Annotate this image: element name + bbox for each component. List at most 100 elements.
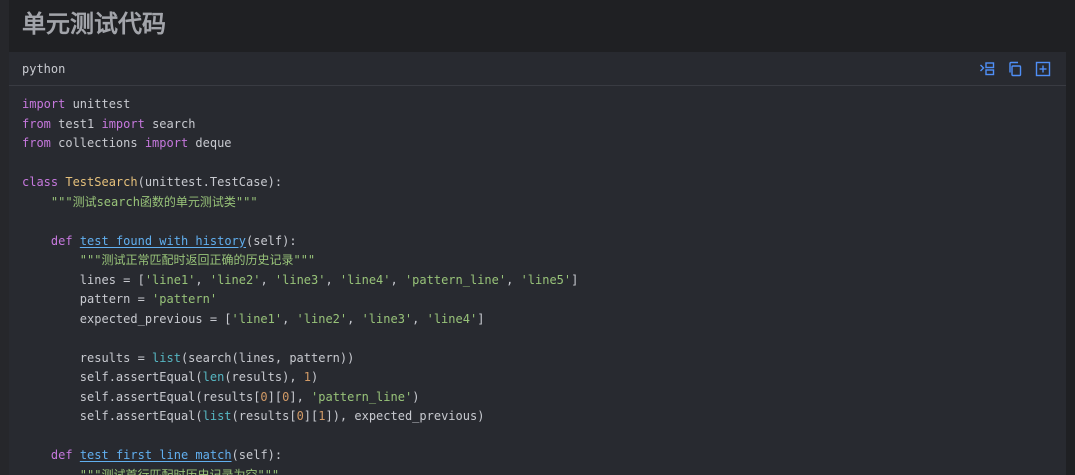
code-token: """测试首行匹配时历史记录为空""" — [79, 467, 280, 475]
code-actions — [979, 61, 1051, 77]
code-token: class — [22, 175, 59, 189]
code-token: ], — [289, 389, 312, 404]
copy-icon[interactable] — [1007, 61, 1023, 77]
code-line: results = list(search(lines, pattern)) — [22, 349, 1052, 369]
code-token: , — [347, 311, 362, 326]
code-token: import — [101, 116, 145, 131]
code-token: 'line4' — [426, 311, 478, 326]
code-token: ]), expected_previous) — [325, 409, 485, 423]
code-token: , — [390, 272, 405, 287]
code-line: from collections import deque — [22, 134, 1052, 154]
code-token: self.assertEqual( — [22, 370, 203, 384]
code-token: test_first_line_match — [79, 448, 232, 462]
section-heading: 单元测试代码 — [22, 10, 166, 38]
code-content[interactable]: import unittest from test1 import search f… — [22, 95, 1052, 475]
code-token: """测试search函数的单元测试类""" — [50, 194, 258, 209]
code-token: (self): — [231, 448, 283, 462]
code-block: python import unittest from test1 import… — [9, 52, 1066, 475]
code-token: from — [22, 136, 51, 150]
code-token: 'line1' — [231, 311, 283, 326]
code-line: class TestSearch(unittest.TestCase): — [22, 173, 1052, 193]
code-token: results = — [22, 350, 153, 365]
language-label: python — [22, 62, 66, 76]
code-line: """测试正常匹配时返回正确的历史记录""" — [22, 251, 1052, 271]
code-token: (results[ — [231, 409, 297, 423]
left-gutter — [0, 0, 9, 475]
code-token: 'pattern_line' — [404, 272, 507, 287]
code-token: """测试正常匹配时返回正确的历史记录""" — [79, 253, 316, 267]
code-token: ][ — [267, 389, 283, 404]
code-token: import — [144, 136, 189, 150]
code-token: 'line3' — [274, 272, 326, 287]
code-token: 'line5' — [520, 272, 572, 287]
code-token: 'pattern' — [152, 292, 218, 306]
code-token: 0 — [260, 389, 268, 404]
code-token: test1 — [50, 116, 102, 131]
code-token: def — [50, 233, 73, 248]
code-token: ) — [311, 370, 319, 384]
code-token: 'line2' — [209, 272, 261, 287]
code-token: , — [282, 311, 297, 326]
code-token: pattern = — [22, 292, 153, 306]
code-token: 'line4' — [339, 272, 391, 287]
code-token: ) — [412, 389, 420, 404]
code-token: 'pattern_line' — [311, 389, 413, 404]
page: 单元测试代码 python import unittest from test1… — [0, 0, 1075, 475]
code-token: , — [325, 272, 340, 287]
code-token: list — [152, 350, 181, 365]
code-token: ] — [477, 311, 485, 326]
code-token: lines = [ — [22, 272, 145, 287]
code-token: , — [412, 311, 427, 326]
code-line: self.assertEqual(list(results[0][1]), ex… — [22, 407, 1052, 427]
code-line: self.assertEqual(len(results), 1) — [22, 368, 1052, 388]
code-token: ][ — [303, 409, 319, 423]
code-token: , — [195, 272, 210, 287]
code-token: (self): — [246, 233, 297, 248]
code-line: self.assertEqual(results[0][0], 'pattern… — [22, 388, 1052, 408]
code-token: (search(lines, pattern)) — [180, 350, 355, 365]
code-token: 'line2' — [296, 311, 348, 326]
code-token: self.assertEqual(results[ — [22, 389, 261, 404]
code-line: def test_first_line_match(self): — [22, 446, 1052, 466]
code-block-header: python — [9, 52, 1066, 86]
code-token: 'line1' — [144, 272, 196, 287]
code-token: , — [260, 272, 275, 287]
code-token: ] — [571, 272, 579, 287]
code-line: """测试search函数的单元测试类""" — [22, 193, 1052, 213]
code-token: , — [506, 272, 521, 287]
code-token: (unittest.TestCase): — [137, 175, 283, 189]
code-token: import — [22, 97, 66, 111]
code-line: pattern = 'pattern' — [22, 290, 1052, 310]
code-line: """测试首行匹配时历史记录为空""" — [22, 466, 1052, 475]
code-token: deque — [188, 136, 232, 150]
code-token: 'line3' — [361, 311, 413, 326]
code-line: import unittest — [22, 95, 1052, 115]
code-token: 0 — [296, 409, 304, 423]
code-token: self.assertEqual( — [22, 409, 203, 423]
code-token: search — [144, 116, 196, 131]
code-line: expected_previous = ['line1', 'line2', '… — [22, 310, 1052, 330]
code-token: collections — [50, 136, 145, 150]
code-token: test_found_with_history — [79, 233, 246, 248]
code-token: list — [202, 409, 232, 423]
code-token: def — [50, 448, 73, 462]
code-token: (results), — [224, 370, 304, 384]
code-line: lines = ['line1', 'line2', 'line3', 'lin… — [22, 271, 1052, 291]
wrap-icon[interactable] — [979, 61, 995, 77]
code-line: from test1 import search — [22, 115, 1052, 135]
expand-icon[interactable] — [1035, 61, 1051, 77]
code-token: 1 — [303, 370, 312, 384]
code-token: len — [202, 370, 225, 384]
code-token: from — [22, 116, 51, 131]
